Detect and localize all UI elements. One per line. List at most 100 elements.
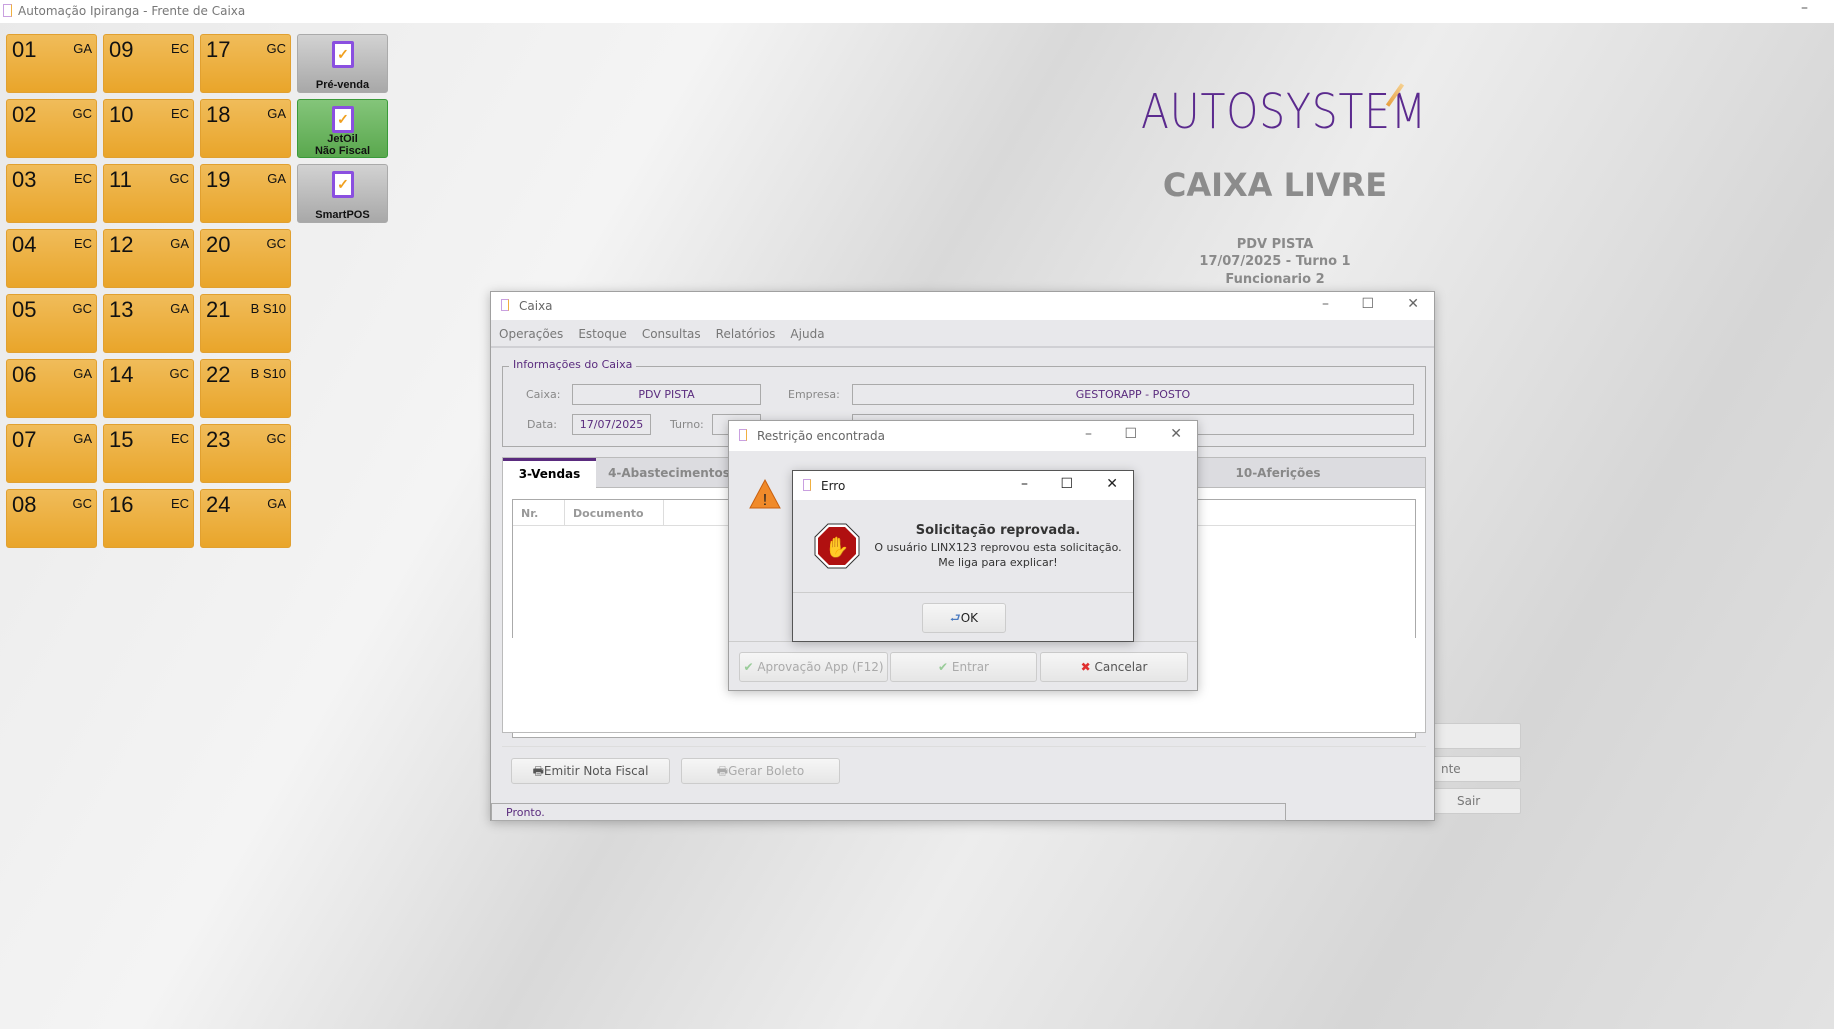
fuel-tag: GA bbox=[73, 431, 92, 446]
menu-estoque[interactable]: Estoque bbox=[578, 327, 627, 341]
pump-tile-11[interactable]: 11 GC bbox=[103, 164, 194, 223]
fuel-tag: B S10 bbox=[250, 301, 286, 316]
check-icon: ✔ bbox=[937, 660, 949, 674]
printer-icon: 🖶 bbox=[532, 764, 544, 778]
fuel-tag: GA bbox=[73, 366, 92, 381]
side-button-2[interactable]: ✓ SmartPOS bbox=[297, 164, 388, 223]
pump-tile-12[interactable]: 12 GA bbox=[103, 229, 194, 288]
pump-tile-24[interactable]: 24 GA bbox=[200, 489, 291, 548]
caixa-field: PDV PISTA bbox=[572, 384, 761, 405]
pump-number: 19 bbox=[206, 167, 231, 192]
pump-tile-15[interactable]: 15 EC bbox=[103, 424, 194, 483]
tab-abastecimentos[interactable]: 4-Abastecimentos bbox=[596, 458, 742, 488]
pump-number: 14 bbox=[109, 362, 134, 387]
close-button[interactable]: ✕ bbox=[1407, 296, 1419, 312]
maximize-button[interactable]: ☐ bbox=[1124, 426, 1137, 442]
close-button[interactable]: ✕ bbox=[1170, 426, 1182, 442]
aprovacao-app-button[interactable]: ✔ Aprovação App (F12) bbox=[739, 652, 888, 682]
restricao-title: Restrição encontrada bbox=[757, 429, 886, 443]
erro-title-bar: Erro – ☐ ✕ bbox=[793, 471, 1133, 500]
fuel-tag: GA bbox=[170, 236, 189, 251]
pump-tile-18[interactable]: 18 GA bbox=[200, 99, 291, 158]
pump-number: 03 bbox=[12, 167, 37, 192]
pump-tile-17[interactable]: 17 GC bbox=[200, 34, 291, 93]
fuel-tag: EC bbox=[73, 171, 92, 186]
gerar-boleto-button[interactable]: 🖶Gerar Boleto bbox=[681, 758, 840, 784]
pump-tile-19[interactable]: 19 GA bbox=[200, 164, 291, 223]
svg-text:✋: ✋ bbox=[825, 535, 850, 559]
svg-text:!: ! bbox=[763, 492, 767, 509]
side-button-1[interactable]: ✓ JetOil Não Fiscal bbox=[297, 99, 388, 158]
maximize-button[interactable]: ☐ bbox=[1361, 296, 1374, 312]
emitir-nota-button[interactable]: 🖶Emitir Nota Fiscal bbox=[511, 758, 670, 784]
tab-vendas[interactable]: 3-Vendas bbox=[503, 458, 596, 489]
side-button-label: JetOil Não Fiscal bbox=[314, 133, 371, 157]
pump-tile-09[interactable]: 09 EC bbox=[103, 34, 194, 93]
pump-number: 24 bbox=[206, 492, 231, 517]
window-icon bbox=[739, 429, 747, 441]
pump-tile-16[interactable]: 16 EC bbox=[103, 489, 194, 548]
column-documento[interactable]: Documento bbox=[565, 500, 664, 526]
pump-tile-22[interactable]: 22 B S10 bbox=[200, 359, 291, 418]
pump-tile-05[interactable]: 05 GC bbox=[6, 294, 97, 353]
pdv-name: PDV PISTA bbox=[1236, 237, 1314, 252]
side-button-label: Pré-venda bbox=[315, 79, 370, 91]
data-label: Data: bbox=[527, 418, 557, 431]
fuel-tag: EC bbox=[73, 236, 92, 251]
pump-tile-23[interactable]: 23 GC bbox=[200, 424, 291, 483]
minimize-button[interactable]: – bbox=[1801, 0, 1808, 16]
pump-tile-14[interactable]: 14 GC bbox=[103, 359, 194, 418]
column-nr[interactable]: Nr. bbox=[513, 500, 565, 526]
close-button[interactable]: ✕ bbox=[1106, 476, 1118, 492]
turno-label: Turno: bbox=[670, 418, 704, 431]
pump-tile-20[interactable]: 20 GC bbox=[200, 229, 291, 288]
pump-tile-13[interactable]: 13 GA bbox=[103, 294, 194, 353]
menu-operacoes[interactable]: Operações bbox=[499, 327, 563, 341]
fuel-tag: GA bbox=[267, 171, 286, 186]
pump-tile-07[interactable]: 07 GA bbox=[6, 424, 97, 483]
menu-bar: Operações Estoque Consultas Relatórios Ajuda bbox=[499, 327, 840, 341]
entrar-button[interactable]: ✔ Entrar bbox=[890, 652, 1037, 682]
pump-tile-10[interactable]: 10 EC bbox=[103, 99, 194, 158]
menu-ajuda[interactable]: Ajuda bbox=[790, 327, 824, 341]
pump-tile-21[interactable]: 21 B S10 bbox=[200, 294, 291, 353]
group-title: Informações do Caixa bbox=[509, 358, 637, 371]
data-field: 17/07/2025 bbox=[572, 414, 651, 435]
minimize-button[interactable]: – bbox=[1021, 476, 1028, 492]
menu-consultas[interactable]: Consultas bbox=[642, 327, 701, 341]
pump-tile-02[interactable]: 02 GC bbox=[6, 99, 97, 158]
pump-number: 08 bbox=[12, 492, 37, 517]
pump-number: 21 bbox=[206, 297, 231, 322]
maximize-button[interactable]: ☐ bbox=[1060, 476, 1073, 492]
ok-button[interactable]: ⮐OK bbox=[922, 603, 1006, 633]
pump-number: 15 bbox=[109, 427, 134, 452]
pump-tile-06[interactable]: 06 GA bbox=[6, 359, 97, 418]
clipboard-check-icon: ✓ bbox=[332, 41, 354, 68]
pump-tile-04[interactable]: 04 EC bbox=[6, 229, 97, 288]
menu-divider bbox=[491, 346, 1434, 348]
fuel-tag: B S10 bbox=[250, 366, 286, 381]
menu-relatorios[interactable]: Relatórios bbox=[716, 327, 776, 341]
fuel-tag: GC bbox=[266, 236, 287, 251]
cancelar-button[interactable]: ✖ Cancelar bbox=[1040, 652, 1188, 682]
pump-number: 04 bbox=[12, 232, 37, 257]
pump-tile-01[interactable]: 01 GA bbox=[6, 34, 97, 93]
status-bar: Pronto. bbox=[491, 803, 1286, 821]
pump-number: 12 bbox=[109, 232, 134, 257]
error-line-1: O usuário LINX123 reprovou esta solicita… bbox=[874, 541, 1122, 554]
pump-tile-08[interactable]: 08 GC bbox=[6, 489, 97, 548]
fuel-tag: GA bbox=[267, 106, 286, 121]
fuel-tag: GC bbox=[72, 301, 93, 316]
fuel-tag: GC bbox=[72, 106, 93, 121]
autosystem-logo: AUTOSYSTEM bbox=[1141, 84, 1427, 140]
side-button-0[interactable]: ✓ Pré-venda bbox=[297, 34, 388, 93]
warning-icon: ! bbox=[749, 478, 781, 509]
minimize-button[interactable]: – bbox=[1322, 296, 1329, 312]
empresa-label: Empresa: bbox=[788, 388, 840, 401]
tab-afericoes[interactable]: 10-Aferições bbox=[1203, 458, 1353, 488]
pump-tile-03[interactable]: 03 EC bbox=[6, 164, 97, 223]
error-message: Solicitação reprovada. O usuário LINX123… bbox=[853, 523, 1143, 569]
minimize-button[interactable]: – bbox=[1085, 426, 1092, 442]
pump-number: 07 bbox=[12, 427, 37, 452]
caixa-title-bar: Caixa – ☐ ✕ bbox=[491, 292, 1434, 320]
